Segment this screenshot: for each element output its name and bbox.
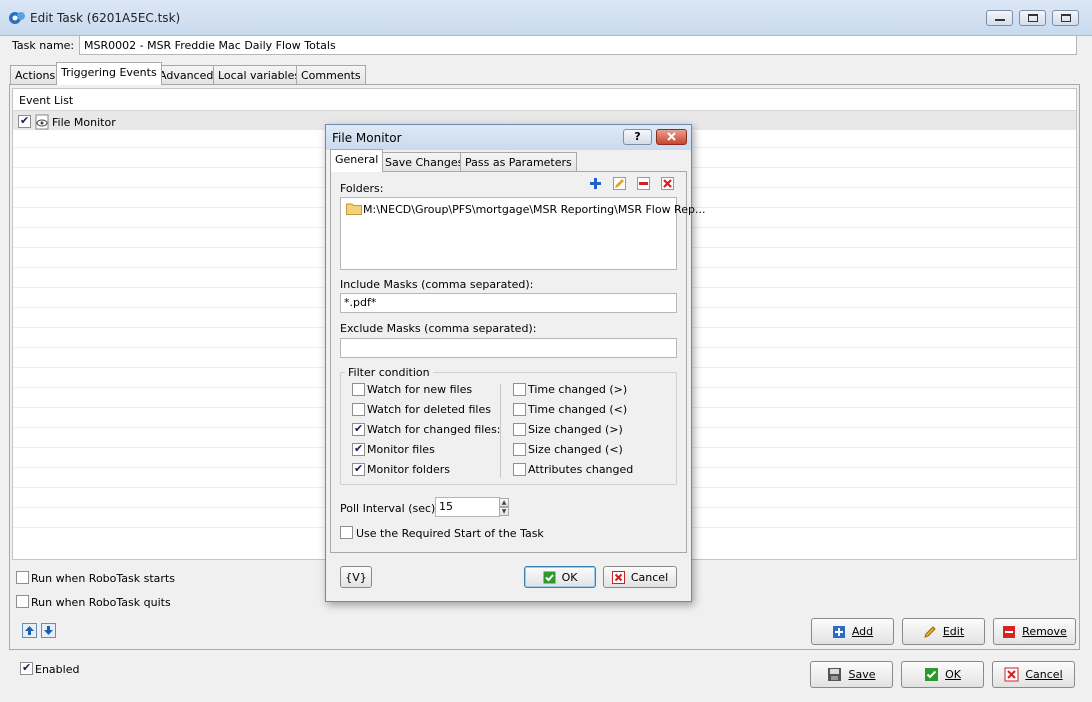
filter-condition-legend: Filter condition [345, 366, 433, 379]
window-title: Edit Task (6201A5EC.tsk) [30, 11, 181, 25]
add-folder-icon[interactable] [589, 177, 602, 190]
tab-actions[interactable]: Actions [10, 65, 61, 84]
filter-label: Size changed (>) [528, 423, 623, 436]
include-masks-input[interactable]: *.pdf* [340, 293, 677, 313]
event-item-label: File Monitor [52, 116, 116, 129]
edit-folder-icon[interactable] [613, 177, 626, 190]
tab-advanced[interactable]: Advanced [154, 65, 219, 84]
task-name-label: Task name: [12, 39, 75, 52]
required-start-label: Use the Required Start of the Task [356, 527, 544, 540]
event-checkbox[interactable] [18, 114, 31, 128]
spin-down-button[interactable]: ▼ [499, 507, 509, 516]
event-list-header: Event List [19, 94, 74, 107]
poll-interval-label: Poll Interval (sec): [340, 502, 440, 515]
variables-button[interactable]: {V} [340, 566, 372, 588]
restore-button[interactable] [1019, 10, 1046, 26]
filter-checkbox[interactable] [352, 442, 365, 456]
add-button[interactable]: Add [811, 618, 894, 645]
poll-interval-input[interactable]: 15 [435, 497, 500, 517]
dialog-close-button[interactable] [656, 129, 687, 145]
move-down-button[interactable] [41, 623, 56, 638]
cancel-button[interactable]: Cancel [992, 661, 1075, 688]
exclude-masks-label: Exclude Masks (comma separated): [340, 322, 537, 335]
filter-label: Time changed (<) [528, 403, 628, 416]
filter-label: Watch for changed files: [367, 423, 501, 436]
folders-label: Folders: [340, 182, 384, 195]
run-on-quit-checkbox[interactable] [16, 595, 29, 608]
save-label: Save [848, 668, 876, 681]
arrow-down-icon [44, 626, 53, 635]
cancel-label: Cancel [1025, 668, 1063, 681]
remove-label: Remove [1022, 625, 1067, 638]
save-button[interactable]: Save [810, 661, 893, 688]
robotask-icon [9, 12, 25, 24]
minimize-button[interactable] [986, 10, 1013, 26]
filter-checkbox[interactable] [513, 463, 526, 476]
minus-icon [1003, 625, 1016, 638]
remove-button[interactable]: Remove [993, 618, 1076, 645]
tab-comments[interactable]: Comments [296, 65, 366, 84]
run-on-start-checkbox[interactable] [16, 571, 29, 584]
tab-triggering-events[interactable]: Triggering Events [56, 62, 162, 85]
run-on-start-label: Run when RoboTask starts [31, 572, 175, 585]
edit-button[interactable]: Edit [902, 618, 985, 645]
clear-folders-icon[interactable] [661, 177, 674, 190]
ok-button[interactable]: OK [901, 661, 984, 688]
filter-checkbox[interactable] [352, 403, 365, 416]
spin-up-button[interactable]: ▲ [499, 498, 509, 507]
filter-checkbox[interactable] [352, 462, 365, 476]
required-start-checkbox[interactable] [340, 526, 353, 539]
remove-folder-icon[interactable] [637, 177, 650, 190]
folder-icon [346, 203, 362, 215]
help-button[interactable]: ? [623, 129, 652, 145]
save-icon [828, 668, 842, 681]
dialog-cancel-label: Cancel [630, 570, 669, 584]
move-up-button[interactable] [22, 623, 37, 638]
filter-label: Watch for deleted files [367, 403, 491, 416]
run-on-quit-label: Run when RoboTask quits [31, 596, 171, 609]
edit-label: Edit [942, 625, 965, 638]
folder-path[interactable]: M:\NECD\Group\PFS\mortgage\MSR Reporting… [363, 203, 705, 216]
arrow-up-icon [25, 626, 34, 635]
dialog-cancel-button[interactable]: Cancel [603, 566, 677, 588]
tab-save-changes[interactable]: Save Changes [380, 152, 469, 171]
filter-label: Monitor files [367, 443, 435, 456]
add-label: Add [851, 625, 874, 638]
check-icon [925, 668, 939, 681]
include-masks-label: Include Masks (comma separated): [340, 278, 534, 291]
file-monitor-dialog: File Monitor ? General Save Changes Pass… [325, 124, 705, 602]
filter-checkbox[interactable] [513, 403, 526, 416]
check-icon [543, 571, 556, 583]
close-icon [611, 570, 625, 584]
plus-icon [832, 625, 845, 638]
filter-label: Monitor folders [367, 463, 450, 476]
filter-label: Size changed (<) [528, 443, 623, 456]
enabled-checkbox[interactable] [20, 661, 33, 675]
filter-label: Watch for new files [367, 383, 473, 396]
filter-checkbox[interactable] [352, 383, 365, 396]
close-icon [667, 132, 676, 141]
tab-general[interactable]: General [330, 149, 384, 172]
exclude-masks-input[interactable] [340, 338, 677, 358]
dialog-ok-label: OK [561, 570, 578, 584]
close-window-button[interactable] [1052, 10, 1079, 26]
folders-list[interactable]: M:\NECD\Group\PFS\mortgage\MSR Reporting… [340, 197, 705, 270]
variables-label: {V} [345, 570, 367, 584]
dialog-ok-button[interactable]: OK [524, 566, 596, 588]
filter-checkbox[interactable] [513, 383, 526, 396]
filter-checkbox[interactable] [352, 422, 365, 436]
pencil-icon [924, 625, 936, 638]
enabled-label: Enabled [35, 663, 80, 676]
ok-label: OK [945, 668, 961, 681]
filter-checkbox[interactable] [513, 443, 526, 456]
close-icon [1004, 667, 1019, 682]
file-monitor-icon [35, 114, 49, 130]
filter-label: Attributes changed [528, 463, 634, 476]
task-name-input[interactable]: MSR0002 - MSR Freddie Mac Daily Flow Tot… [79, 35, 1077, 55]
filter-checkbox[interactable] [513, 423, 526, 436]
tab-pass-as-parameters[interactable]: Pass as Parameters [460, 152, 577, 171]
dialog-title: File Monitor [332, 131, 402, 145]
filter-label: Time changed (>) [528, 383, 628, 396]
tab-local-variables[interactable]: Local variables [213, 65, 306, 84]
